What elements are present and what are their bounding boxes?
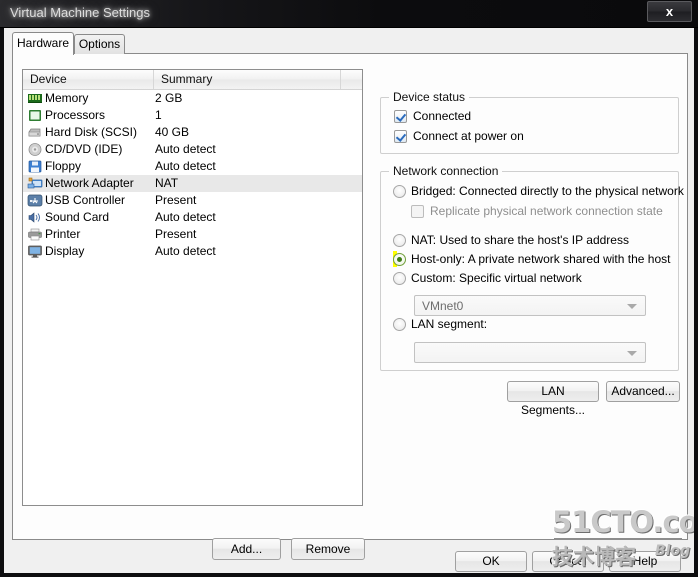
window-title: Virtual Machine Settings: [10, 5, 150, 20]
replicate-network-state-label: Replicate physical network connection st…: [430, 204, 663, 218]
add-button[interactable]: Add...: [212, 538, 281, 560]
device-name: Printer: [45, 227, 81, 241]
cancel-button[interactable]: Cancel: [532, 551, 604, 572]
remove-button[interactable]: Remove: [291, 538, 365, 560]
network-connection-legend: Network connection: [389, 164, 503, 178]
column-header-blank: [341, 70, 362, 89]
usb-controller-icon: [27, 193, 43, 208]
device-name: Display: [45, 244, 85, 258]
checkbox-icon[interactable]: [411, 205, 424, 218]
advanced-button[interactable]: Advanced...: [606, 381, 680, 402]
connected-label: Connected: [413, 109, 472, 123]
table-row[interactable]: Floppy Auto detect: [23, 158, 362, 175]
device-name: USB Controller: [45, 193, 126, 207]
radio-button-icon[interactable]: [393, 272, 406, 285]
table-row[interactable]: Processors 1: [23, 107, 362, 124]
window-frame-right: [694, 28, 698, 577]
radio-button-icon[interactable]: [393, 185, 406, 198]
radio-button-icon[interactable]: [393, 234, 406, 247]
sound-card-icon: [27, 210, 43, 225]
hard-disk-icon: [27, 125, 43, 140]
processor-icon: [27, 108, 43, 123]
device-name: Processors: [45, 108, 106, 122]
lan-segment-dropdown[interactable]: [414, 342, 646, 363]
dialog-client-area: Hardware Options Device Summary Memory 2…: [4, 28, 694, 573]
radio-lan-segment-label: LAN segment:: [411, 317, 488, 331]
device-summary: Present: [155, 193, 197, 207]
radio-bridged-label: Bridged: Connected directly to the physi…: [411, 184, 684, 198]
device-summary: Auto detect: [155, 210, 216, 224]
close-icon: x: [665, 4, 674, 19]
device-summary: Auto detect: [155, 159, 216, 173]
tab-hardware[interactable]: Hardware: [12, 32, 74, 55]
close-button[interactable]: x: [647, 1, 692, 22]
tab-hardware-label: Hardware: [16, 36, 70, 50]
table-row[interactable]: Hard Disk (SCSI) 40 GB: [23, 124, 362, 141]
radio-button-icon[interactable]: [393, 318, 406, 331]
table-row[interactable]: Sound Card Auto detect: [23, 209, 362, 226]
device-name: Hard Disk (SCSI): [45, 125, 138, 139]
printer-icon: [27, 227, 43, 242]
device-summary: NAT: [155, 176, 179, 190]
device-summary: 2 GB: [155, 91, 183, 105]
cd-dvd-icon: [27, 142, 43, 157]
radio-button-icon[interactable]: [393, 253, 406, 266]
device-summary: Present: [155, 227, 197, 241]
display-icon: [27, 244, 43, 259]
help-button[interactable]: Help: [609, 551, 681, 572]
device-name: Floppy: [45, 159, 82, 173]
device-status-group: Device status Connected Connect at power…: [380, 90, 679, 154]
device-list[interactable]: Device Summary Memory 2 GB Processors 1 …: [22, 69, 363, 506]
device-list-header: Device Summary: [23, 70, 362, 90]
network-adapter-icon: [27, 176, 43, 191]
floppy-icon: [27, 159, 43, 174]
memory-icon: [27, 91, 43, 106]
ok-button[interactable]: OK: [455, 551, 527, 572]
tab-options[interactable]: Options: [74, 34, 125, 54]
table-row[interactable]: USB Controller Present: [23, 192, 362, 209]
tab-strip: Hardware Options: [12, 32, 688, 55]
column-header-device[interactable]: Device: [23, 70, 154, 89]
table-row[interactable]: Display Auto detect: [23, 243, 362, 260]
network-connection-group: Network connection Bridged: Connected di…: [380, 164, 684, 371]
device-list-rows: Memory 2 GB Processors 1 Hard Disk (SCSI…: [23, 90, 362, 260]
device-name: CD/DVD (IDE): [45, 142, 123, 156]
window-frame-bottom: [0, 573, 698, 577]
device-name: Memory: [45, 91, 89, 105]
device-name: Sound Card: [45, 210, 110, 224]
table-row[interactable]: Network Adapter NAT: [23, 175, 362, 192]
tab-options-label: Options: [78, 37, 121, 51]
device-name: Network Adapter: [45, 176, 134, 190]
lan-segments-button[interactable]: LAN Segments...: [507, 381, 599, 417]
device-summary: 40 GB: [155, 125, 190, 139]
chevron-down-icon: [627, 304, 637, 309]
custom-network-value: VMnet0: [422, 299, 464, 313]
radio-host-only-label: Host-only: A private network shared with…: [411, 252, 671, 266]
virtual-machine-settings-window: Virtual Machine Settings x Hardware Opti…: [0, 0, 698, 577]
checkbox-icon[interactable]: [394, 110, 407, 123]
column-header-summary[interactable]: Summary: [154, 70, 341, 89]
radio-custom-label: Custom: Specific virtual network: [411, 271, 582, 285]
window-frame-left: [0, 28, 4, 577]
radio-nat-label: NAT: Used to share the host's IP address: [411, 233, 629, 247]
title-bar: Virtual Machine Settings x: [0, 0, 698, 28]
device-status-legend: Device status: [389, 90, 470, 104]
checkbox-icon[interactable]: [394, 130, 407, 143]
table-row[interactable]: Memory 2 GB: [23, 90, 362, 107]
table-row[interactable]: CD/DVD (IDE) Auto detect: [23, 141, 362, 158]
device-summary: 1: [155, 108, 162, 122]
chevron-down-icon: [627, 351, 637, 356]
custom-network-dropdown[interactable]: VMnet0: [414, 295, 646, 316]
connect-at-power-on-label: Connect at power on: [413, 129, 524, 143]
radio-host-only[interactable]: Host-only: A private network shared with…: [393, 251, 670, 267]
device-summary: Auto detect: [155, 244, 216, 258]
table-row[interactable]: Printer Present: [23, 226, 362, 243]
device-summary: Auto detect: [155, 142, 216, 156]
